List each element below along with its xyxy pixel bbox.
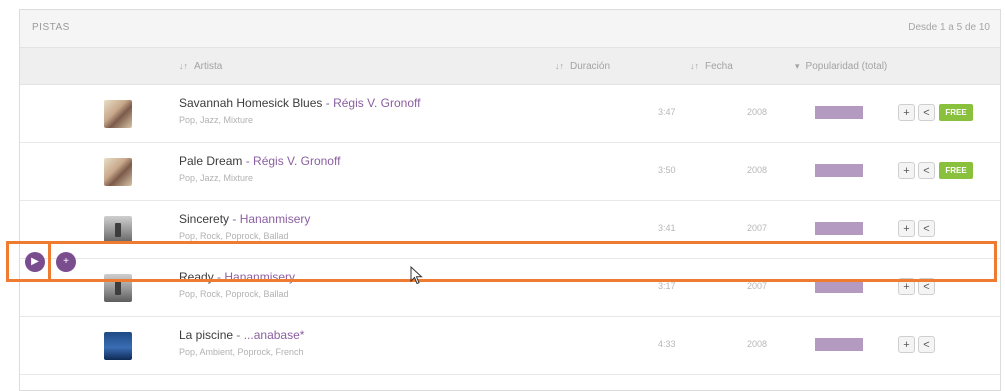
free-badge[interactable]: FREE: [939, 104, 973, 121]
album-cover[interactable]: [104, 332, 132, 360]
track-title[interactable]: La piscine: [179, 328, 233, 342]
add-button[interactable]: +: [898, 278, 915, 295]
track-duration: 3:41: [658, 223, 676, 233]
track-duration: 4:33: [658, 339, 676, 349]
album-cover[interactable]: [104, 274, 132, 302]
column-duration[interactable]: ↓↑ Duración: [555, 61, 610, 72]
table-row[interactable]: Sincerety - Hananmisery Pop, Rock, Popro…: [20, 201, 1000, 259]
track-year: 2007: [747, 223, 768, 233]
track-year: 2008: [747, 107, 768, 117]
sort-icon: ↓↑: [179, 61, 188, 71]
track-title[interactable]: Savannah Homesick Blues: [179, 96, 322, 110]
track-year: 2007: [747, 281, 768, 291]
track-year: 2008: [747, 165, 768, 175]
track-artist[interactable]: Régis V. Gronoff: [253, 154, 340, 168]
album-cover[interactable]: [104, 216, 132, 244]
table-row[interactable]: Ready - Hananmisery Pop, Rock, Poprock, …: [20, 259, 1000, 317]
add-button[interactable]: +: [898, 336, 915, 353]
track-genres: Pop, Rock, Poprock, Ballad: [179, 231, 289, 241]
track-duration: 3:17: [658, 281, 676, 291]
track-duration: 3:47: [658, 107, 676, 117]
track-genres: Pop, Jazz, Mixture: [179, 115, 254, 125]
free-badge[interactable]: FREE: [939, 162, 973, 179]
sort-desc-icon: ▾: [795, 61, 800, 71]
track-genres: Pop, Jazz, Mixture: [179, 173, 254, 183]
album-cover[interactable]: [104, 100, 132, 128]
popularity-bar: [815, 222, 863, 235]
share-button[interactable]: <: [918, 162, 935, 179]
sort-icon: ↓↑: [690, 61, 699, 71]
track-artist[interactable]: Hananmisery: [240, 212, 311, 226]
share-button[interactable]: <: [918, 278, 935, 295]
tracks-panel: PISTAS Desde 1 a 5 de 10 ↓↑ Artista ↓↑ Dur…: [19, 9, 1001, 391]
add-button[interactable]: +: [898, 220, 915, 237]
track-genres: Pop, Rock, Poprock, Ballad: [179, 289, 289, 299]
column-date[interactable]: ↓↑ Fecha: [690, 61, 733, 72]
share-button[interactable]: <: [918, 336, 935, 353]
table-row[interactable]: Pale Dream - Régis V. Gronoff Pop, Jazz,…: [20, 143, 1000, 201]
sort-icon: ↓↑: [555, 61, 564, 71]
table-header: ↓↑ Artista ↓↑ Duración ↓↑ Fecha ▾ Popularida…: [20, 48, 1000, 85]
add-button[interactable]: +: [898, 104, 915, 121]
track-title[interactable]: Sincerety: [179, 212, 229, 226]
add-circle-icon[interactable]: +: [56, 252, 76, 272]
track-artist[interactable]: Hananmisery: [224, 270, 295, 284]
add-button[interactable]: +: [898, 162, 915, 179]
mouse-cursor-icon: [410, 266, 423, 285]
panel-header: PISTAS Desde 1 a 5 de 10: [20, 10, 1000, 48]
track-artist[interactable]: ...anabase*: [244, 328, 305, 342]
popularity-bar: [815, 106, 863, 119]
panel-title: PISTAS: [32, 22, 70, 33]
popularity-bar: [815, 280, 863, 293]
popularity-bar: [815, 164, 863, 177]
column-popularity[interactable]: ▾ Popularidad (total): [795, 61, 887, 72]
album-cover[interactable]: [104, 158, 132, 186]
track-duration: 3:50: [658, 165, 676, 175]
pagination-range: Desde 1 a 5 de 10: [908, 22, 990, 33]
column-artist[interactable]: ↓↑ Artista: [179, 61, 222, 72]
share-button[interactable]: <: [918, 220, 935, 237]
track-year: 2008: [747, 339, 768, 349]
track-title[interactable]: Ready: [179, 270, 214, 284]
table-row[interactable]: La piscine - ...anabase* Pop, Ambient, P…: [20, 317, 1000, 375]
track-artist[interactable]: Régis V. Gronoff: [333, 96, 420, 110]
play-icon[interactable]: ▶: [25, 252, 45, 272]
highlight-divider: [48, 241, 51, 282]
share-button[interactable]: <: [918, 104, 935, 121]
track-genres: Pop, Ambient, Poprock, French: [179, 347, 304, 357]
popularity-bar: [815, 338, 863, 351]
table-row[interactable]: Savannah Homesick Blues - Régis V. Grono…: [20, 85, 1000, 143]
track-title[interactable]: Pale Dream: [179, 154, 242, 168]
